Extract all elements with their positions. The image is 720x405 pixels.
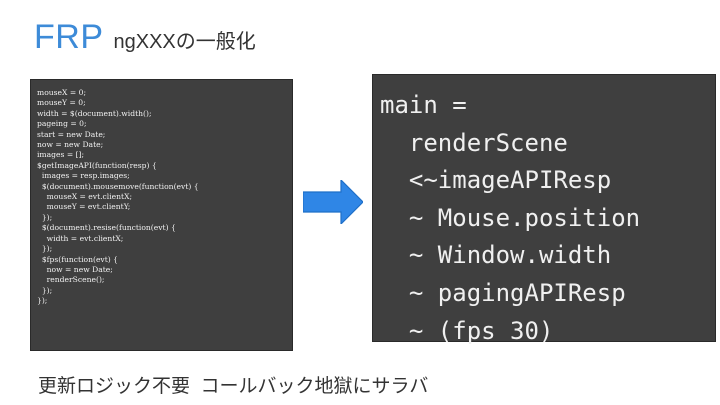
imperative-code-text: mouseX = 0; mouseY = 0; width = $(docume… (37, 88, 199, 306)
frp-code-block: main = renderScene <~imageAPIResp ~ Mous… (372, 74, 716, 345)
slide: FRP ngXXXの一般化 mouseX = 0; mouseY = 0; wi… (0, 0, 720, 405)
slide-title: FRP ngXXXの一般化 (34, 18, 256, 57)
title-subtitle: ngXXXの一般化 (113, 31, 256, 53)
imperative-code-block: mouseX = 0; mouseY = 0; width = $(docume… (30, 79, 293, 351)
title-main: FRP (34, 18, 104, 56)
right-arrow-icon (303, 180, 363, 224)
footer-caption: 更新ロジック不要 コールバック地獄にサラバ (38, 376, 429, 397)
frp-code-text: main = renderScene <~imageAPIResp ~ Mous… (380, 91, 641, 345)
